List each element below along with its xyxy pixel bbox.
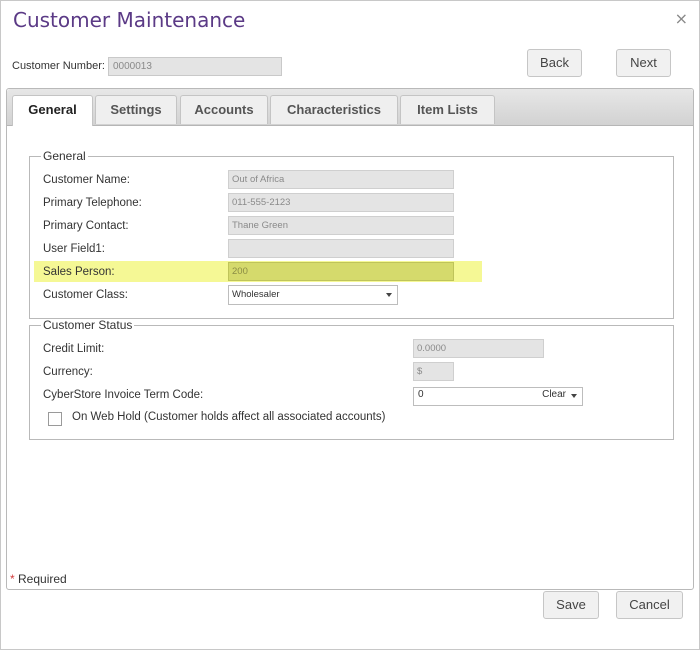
- user-field1-label: User Field1:: [43, 243, 105, 255]
- customer-class-value: Wholesaler: [232, 289, 280, 300]
- web-hold-label: On Web Hold (Customer holds affect all a…: [72, 411, 386, 423]
- term-code-label: CyberStore Invoice Term Code:: [43, 389, 204, 401]
- cancel-button[interactable]: Cancel: [616, 591, 683, 619]
- customer-status-legend: Customer Status: [43, 318, 133, 332]
- customer-class-select[interactable]: Wholesaler: [228, 285, 398, 305]
- customer-name-field[interactable]: Out of Africa: [228, 170, 454, 189]
- currency-field: $: [413, 362, 454, 381]
- term-code-select[interactable]: 0 Clear: [413, 387, 583, 406]
- save-button[interactable]: Save: [543, 591, 599, 619]
- required-note: * Required: [10, 572, 67, 586]
- customer-number-label: Customer Number:: [12, 60, 105, 72]
- customer-number-field: 0000013: [108, 57, 282, 76]
- next-button[interactable]: Next: [616, 49, 671, 77]
- credit-limit-label: Credit Limit:: [43, 343, 105, 355]
- tab-accounts[interactable]: Accounts: [180, 95, 268, 124]
- tab-general[interactable]: General: [12, 95, 93, 126]
- primary-contact-label: Primary Contact:: [43, 220, 129, 232]
- customer-maintenance-dialog: Customer Maintenance × Customer Number: …: [0, 0, 700, 650]
- chevron-down-icon: [571, 394, 577, 398]
- tab-panel: General Settings Accounts Characteristic…: [6, 88, 694, 590]
- currency-label: Currency:: [43, 366, 93, 378]
- dialog-title: Customer Maintenance: [13, 8, 246, 32]
- general-legend: General: [43, 149, 86, 163]
- primary-telephone-label: Primary Telephone:: [43, 197, 142, 209]
- primary-contact-field[interactable]: Thane Green: [228, 216, 454, 235]
- customer-class-label: Customer Class:: [43, 289, 128, 301]
- tab-item-lists[interactable]: Item Lists: [400, 95, 495, 124]
- user-field1-field[interactable]: [228, 239, 454, 258]
- back-button[interactable]: Back: [527, 49, 582, 77]
- sales-person-field[interactable]: 200: [228, 262, 454, 281]
- tab-bar: General Settings Accounts Characteristic…: [7, 89, 693, 126]
- sales-person-label: Sales Person:: [43, 266, 115, 278]
- tab-characteristics[interactable]: Characteristics: [270, 95, 398, 124]
- term-code-value: 0: [418, 389, 424, 400]
- customer-name-label: Customer Name:: [43, 174, 130, 186]
- chevron-down-icon: [386, 293, 392, 297]
- primary-telephone-field[interactable]: 011-555-2123: [228, 193, 454, 212]
- tab-settings[interactable]: Settings: [95, 95, 177, 124]
- close-icon[interactable]: ×: [675, 11, 688, 27]
- web-hold-checkbox[interactable]: [48, 412, 62, 426]
- credit-limit-field[interactable]: 0.0000: [413, 339, 544, 358]
- required-label: Required: [14, 572, 67, 586]
- term-code-clear[interactable]: Clear: [542, 389, 566, 400]
